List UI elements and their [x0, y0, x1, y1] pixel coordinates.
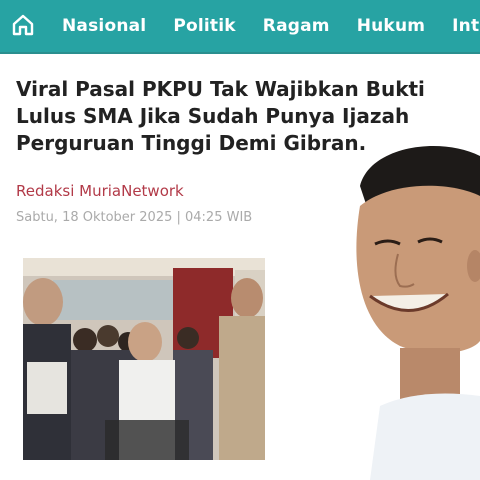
article-author[interactable]: Redaksi MuriaNetwork	[16, 182, 184, 200]
person-cutout	[356, 146, 480, 480]
nav-menu: Nasional Politik Ragam Hukum Inter	[62, 0, 480, 52]
nav-item-politik[interactable]: Politik	[173, 16, 235, 36]
headline-line-1: Viral Pasal PKPU Tak Wajibkan Bukti	[16, 77, 425, 101]
article-photo	[23, 258, 265, 460]
top-navbar: Nasional Politik Ragam Hukum Inter	[0, 0, 480, 54]
nav-item-hukum[interactable]: Hukum	[357, 16, 425, 36]
article-date: Sabtu, 18 Oktober 2025 | 04:25 WIB	[16, 210, 253, 225]
press-crowd-photo	[23, 258, 265, 460]
nav-item-nasional[interactable]: Nasional	[62, 16, 146, 36]
nav-item-internasional[interactable]: Inter	[452, 16, 480, 36]
nav-item-ragam[interactable]: Ragam	[263, 16, 330, 36]
home-icon[interactable]	[10, 12, 36, 38]
